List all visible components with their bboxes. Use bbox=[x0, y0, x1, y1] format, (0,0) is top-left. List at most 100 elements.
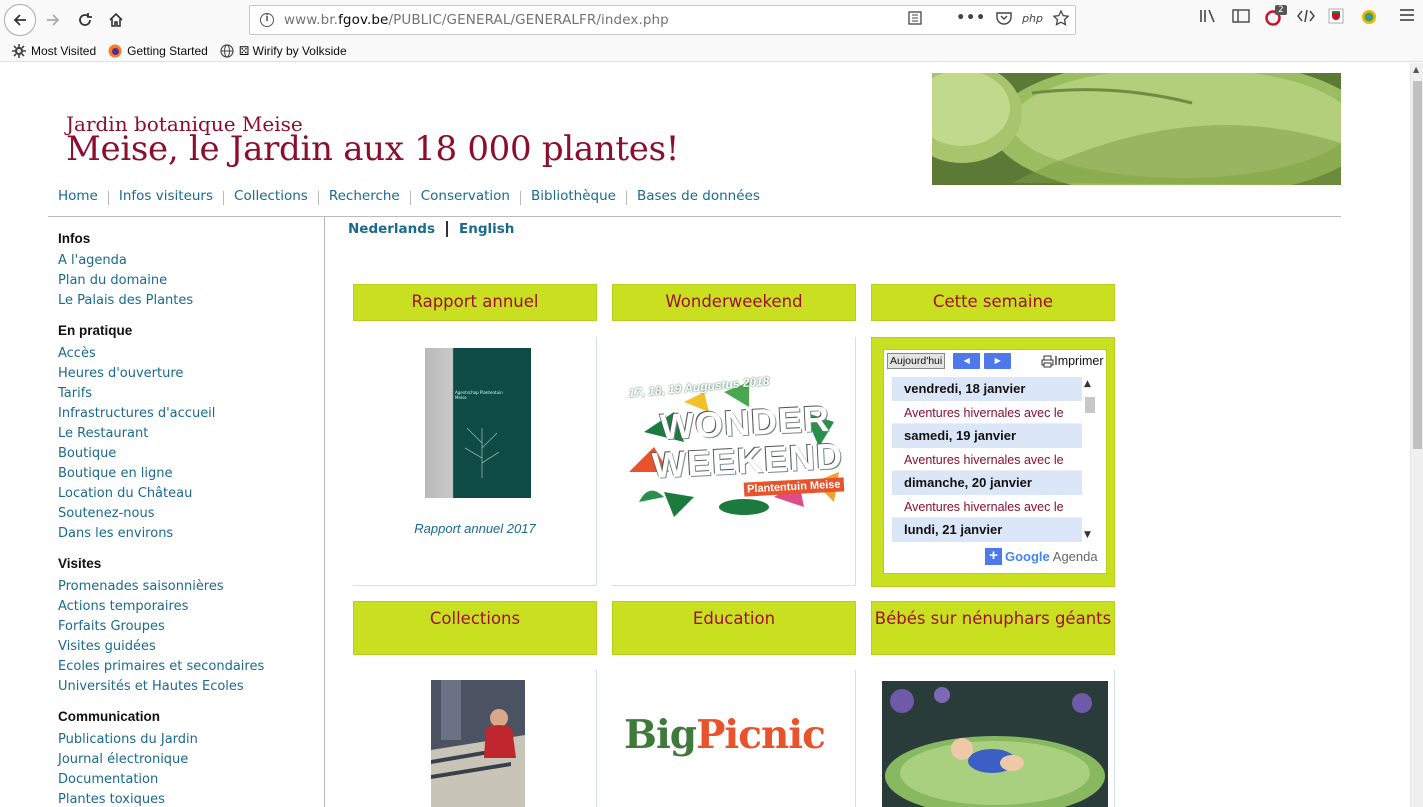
bookmark-getting-started[interactable]: Getting Started bbox=[108, 44, 208, 58]
sidebar-link[interactable]: Plantes toxiques bbox=[58, 793, 324, 807]
site-title: Meise, le Jardin aux 18 000 plantes! bbox=[66, 129, 680, 169]
home-icon bbox=[109, 12, 123, 27]
web-page: Jardin botanique Meise Meise, le Jardin … bbox=[0, 63, 1410, 807]
scroll-down-icon[interactable]: ▼ bbox=[1084, 530, 1091, 540]
nav-collections[interactable]: Collections bbox=[224, 188, 318, 204]
tile-rapport-body: Agentschap Plantentuin Meise Rapport ann… bbox=[353, 337, 597, 586]
annual-report-cover-image[interactable]: Agentschap Plantentuin Meise bbox=[425, 348, 531, 498]
forward-button[interactable] bbox=[38, 5, 68, 35]
sidebar-link[interactable]: Dans les environs bbox=[58, 527, 324, 541]
menu-button[interactable] bbox=[1399, 8, 1415, 22]
shield-extension-button[interactable] bbox=[1328, 8, 1344, 24]
google-agenda-add-button[interactable]: + Google Agenda bbox=[985, 548, 1098, 565]
sidebar-link[interactable]: Infrastructures d'accueil bbox=[58, 407, 324, 421]
rapport-caption-link[interactable]: Rapport annuel 2017 bbox=[353, 521, 597, 536]
wonderweekend-poster-image[interactable]: 17, 18, 19 Augustus 2018 WONDER WEEKEND … bbox=[624, 372, 846, 517]
sidebar-link[interactable]: Journal électronique bbox=[58, 753, 324, 767]
tile-cette-semaine-title[interactable]: Cette semaine bbox=[871, 284, 1115, 321]
sidebar-link[interactable]: Soutenez-nous bbox=[58, 507, 324, 521]
nav-bibliotheque[interactable]: Bibliothèque bbox=[521, 188, 626, 204]
library-icon bbox=[1200, 9, 1215, 23]
google-calendar-widget: Aujourd'hui ◀ ▶ Imprimer vendredi, 18 ja… bbox=[871, 337, 1115, 587]
reader-view-icon[interactable] bbox=[908, 11, 922, 25]
water-lily-illustration bbox=[932, 73, 1341, 185]
tile-wonderweekend-title[interactable]: Wonderweekend bbox=[612, 284, 856, 321]
home-button[interactable] bbox=[101, 5, 131, 35]
sidebar-link[interactable]: Actions temporaires bbox=[58, 600, 324, 614]
sidebar-link[interactable]: Publications du Jardin bbox=[58, 733, 324, 747]
sidebar-link[interactable]: Tarifs bbox=[58, 387, 324, 401]
herbarium-collection-photo[interactable] bbox=[431, 680, 525, 807]
lang-nederlands[interactable]: Nederlands bbox=[348, 221, 435, 237]
calendar-event[interactable]: Aventures hivernales avec le bbox=[892, 495, 1082, 518]
sidebar-link[interactable]: Documentation bbox=[58, 773, 324, 787]
extension-badge: 2 bbox=[1275, 5, 1287, 15]
calendar-scroll-thumb[interactable] bbox=[1085, 397, 1095, 413]
library-button[interactable] bbox=[1199, 8, 1217, 24]
info-icon[interactable]: i bbox=[260, 13, 274, 27]
bookmark-most-visited[interactable]: Most Visited bbox=[12, 43, 96, 58]
lang-english[interactable]: English bbox=[459, 221, 514, 237]
main-navigation: Home Infos visiteurs Collections Recherc… bbox=[48, 188, 1341, 217]
devtools-button[interactable] bbox=[1297, 8, 1315, 24]
nav-conservation[interactable]: Conservation bbox=[411, 188, 520, 204]
printer-icon bbox=[1041, 355, 1054, 367]
php-icon[interactable]: php bbox=[1022, 12, 1043, 25]
baby-on-water-lily-photo[interactable] bbox=[882, 681, 1108, 807]
pocket-icon[interactable] bbox=[996, 11, 1012, 25]
url-bar[interactable]: i www.br.fgov.be/PUBLIC/GENERAL/GENERALF… bbox=[249, 5, 1076, 35]
calendar-print-button[interactable]: Imprimer bbox=[1041, 354, 1104, 368]
calendar-event[interactable]: Aventures hivernales avec le bbox=[892, 448, 1082, 471]
calendar-day: dimanche, 20 janvier bbox=[892, 471, 1082, 495]
tile-rapport-title[interactable]: Rapport annuel bbox=[353, 284, 597, 321]
sidebar-link[interactable]: Promenades saisonnières bbox=[58, 580, 324, 594]
nav-home[interactable]: Home bbox=[48, 188, 108, 204]
sidebar-link[interactable]: Accès bbox=[58, 347, 324, 361]
scroll-up-icon[interactable]: ▲ bbox=[1413, 65, 1419, 74]
plus-icon: + bbox=[985, 548, 1002, 565]
bigpicnic-logo[interactable]: BigPicnic bbox=[624, 712, 849, 758]
scroll-up-icon[interactable]: ▲ bbox=[1084, 379, 1091, 389]
tile-collections-body bbox=[353, 670, 597, 807]
calendar-scrollbar[interactable]: ▲ ▼ bbox=[1082, 377, 1098, 543]
reload-button[interactable] bbox=[70, 5, 100, 35]
reload-icon bbox=[79, 13, 92, 26]
tile-education-title[interactable]: Education bbox=[612, 601, 856, 655]
page-scroll-thumb[interactable] bbox=[1413, 81, 1422, 449]
calendar-event[interactable]: Aventures hivernales avec le bbox=[892, 401, 1082, 424]
sidebar-link[interactable]: Boutique bbox=[58, 447, 324, 461]
nav-recherche[interactable]: Recherche bbox=[319, 188, 410, 204]
back-button[interactable] bbox=[4, 4, 36, 36]
calendar-today-button[interactable]: Aujourd'hui bbox=[887, 353, 946, 369]
tile-bebes-title[interactable]: Bébés sur nénuphars géants bbox=[871, 601, 1115, 655]
page-actions-icon[interactable]: ••• bbox=[956, 10, 986, 26]
calendar-events-list[interactable]: vendredi, 18 janvier Aventures hivernale… bbox=[892, 377, 1082, 543]
sidebar-link[interactable]: A l'agenda bbox=[58, 254, 324, 268]
sidebar-link[interactable]: Ecoles primaires et secondaires bbox=[58, 660, 324, 674]
calendar-day: samedi, 19 janvier bbox=[892, 424, 1082, 448]
opera-extension-button[interactable]: 2 bbox=[1265, 5, 1287, 26]
sidebar-link[interactable]: Le Restaurant bbox=[58, 427, 324, 441]
sidebar-link[interactable]: Boutique en ligne bbox=[58, 467, 324, 481]
tile-collections-title[interactable]: Collections bbox=[353, 601, 597, 655]
sidebar-link[interactable]: Le Palais des Plantes bbox=[58, 294, 324, 308]
bookmark-wirify[interactable]: ⚄ Wirify by Volkside bbox=[220, 44, 347, 58]
sidebar-link[interactable]: Universités et Hautes Ecoles bbox=[58, 680, 324, 694]
sidebar-toggle-icon bbox=[1232, 9, 1250, 23]
page-scrollbar[interactable]: ▲ bbox=[1410, 63, 1423, 807]
nav-bases-de-donnees[interactable]: Bases de données bbox=[627, 188, 770, 204]
sidebar-link[interactable]: Plan du domaine bbox=[58, 274, 324, 288]
tile-wonderweekend-body: 17, 18, 19 Augustus 2018 WONDER WEEKEND … bbox=[612, 337, 856, 586]
sidebar-link[interactable]: Forfaits Groupes bbox=[58, 620, 324, 634]
sidebar-link[interactable]: Location du Château bbox=[58, 487, 324, 501]
color-extension-button[interactable] bbox=[1360, 8, 1378, 26]
bookmark-star-icon[interactable] bbox=[1053, 10, 1069, 26]
nav-infos-visiteurs[interactable]: Infos visiteurs bbox=[109, 188, 223, 204]
agenda-label: Agenda bbox=[1052, 549, 1098, 564]
sidebar-link[interactable]: Visites guidées bbox=[58, 640, 324, 654]
calendar-next-button[interactable]: ▶ bbox=[984, 353, 1012, 369]
sidebar-link[interactable]: Heures d'ouverture bbox=[58, 367, 324, 381]
calendar-prev-button[interactable]: ◀ bbox=[953, 353, 981, 369]
calendar-day: lundi, 21 janvier bbox=[892, 518, 1082, 542]
sidebar-button[interactable] bbox=[1232, 8, 1250, 24]
